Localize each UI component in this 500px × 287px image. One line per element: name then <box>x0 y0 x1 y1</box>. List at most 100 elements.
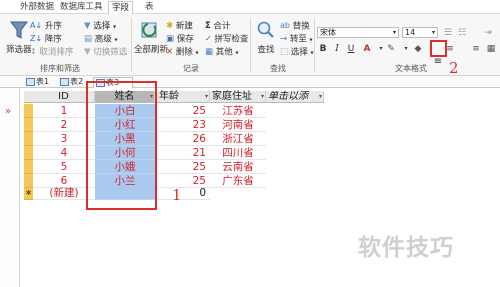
refresh-all-button[interactable]: 全部刷新 <box>134 20 168 55</box>
totals-label: 合计 <box>213 21 231 32</box>
replace-icon: ab <box>280 21 290 30</box>
chevron-down-icon[interactable]: ▾ <box>319 91 322 103</box>
records-group-title: 记录 <box>183 64 199 73</box>
center-align-highlight-box <box>430 40 447 57</box>
new-record-icon: ✱ <box>166 21 174 31</box>
chevron-down-icon[interactable]: ▾ <box>400 43 412 55</box>
collapse-pane-icon[interactable]: » <box>5 106 11 117</box>
toggle-filter-button[interactable]: ▼ 切换筛选 <box>84 47 127 58</box>
chevron-down-icon: ▾ <box>235 49 239 57</box>
filter-button[interactable]: 筛选器 <box>6 20 32 55</box>
find-button[interactable]: 查找 <box>256 20 276 55</box>
selection-button[interactable]: ▼ 选择 ▾ <box>84 21 116 33</box>
spelling-button[interactable]: ✓ 拼写检查 <box>205 34 248 45</box>
sort-asc-label: 升序 <box>44 21 62 32</box>
tab-database-tools[interactable]: 数据库工具 <box>60 1 103 14</box>
cell-age[interactable]: 25 <box>155 104 210 118</box>
save-record-button[interactable]: ▣ 保存 <box>166 34 194 45</box>
replace-button[interactable]: ab 替换 <box>280 21 310 32</box>
find-label: 查找 <box>257 45 275 55</box>
more-button[interactable]: ▦ 其他 ▾ <box>205 47 238 59</box>
tab-table[interactable]: 表 <box>145 1 154 14</box>
cell-address[interactable]: 江苏省 <box>210 104 266 118</box>
sort-filter-group-title: 排序和筛选 <box>40 64 80 73</box>
cell-address[interactable]: 云南省 <box>210 160 266 174</box>
doc-tab-table1[interactable]: 表1 <box>24 77 49 88</box>
cell-address[interactable]: 四川省 <box>210 146 266 160</box>
delete-record-button[interactable]: ✕ 删除 ▾ <box>166 47 199 59</box>
goto-icon: → <box>280 34 288 44</box>
italic-button[interactable]: I <box>331 43 343 55</box>
chevron-down-icon[interactable]: ▾ <box>205 91 208 103</box>
cell-age[interactable]: 26 <box>155 132 210 146</box>
bullets-icon[interactable]: ☰ <box>442 27 454 39</box>
ribbon-tab-strip: 外部数据 数据库工具 字段 表 <box>0 0 500 14</box>
name-column-highlight-box <box>86 81 157 210</box>
record-selector[interactable] <box>24 174 33 188</box>
font-name-value: 宋体 <box>320 28 336 37</box>
refresh-icon <box>141 22 157 38</box>
sort-descending-button[interactable]: Z↓ 降序 <box>30 34 62 45</box>
bold-button[interactable]: B <box>317 43 329 55</box>
fill-color-icon[interactable]: ◆ <box>412 43 424 55</box>
new-record-button[interactable]: ✱ 新建 <box>166 21 193 32</box>
font-name-select[interactable]: 宋体 ▾ <box>317 27 399 38</box>
tab-external-data[interactable]: 外部数据 <box>20 1 54 14</box>
spellcheck-icon: ✓ <box>205 34 212 43</box>
sort-asc-icon: A↓ <box>30 21 43 30</box>
clear-sort-button[interactable]: ↕ 取消排序 <box>30 47 73 58</box>
record-selector[interactable] <box>24 146 33 160</box>
column-header-address[interactable]: 家庭住址 ▾ <box>210 91 266 103</box>
align-right-icon[interactable]: ≡ <box>470 43 482 55</box>
document-tab-strip: 表1 表2 表3 <box>0 76 500 88</box>
save-icon: ▣ <box>166 34 175 44</box>
cell-age[interactable]: 23 <box>155 118 210 132</box>
column-header-age[interactable]: 年龄 ▾ <box>155 91 210 103</box>
chevron-down-icon: ▾ <box>195 49 199 57</box>
goto-button[interactable]: → 转至 ▾ <box>280 34 313 46</box>
font-size-select[interactable]: 14 ▾ <box>402 27 438 38</box>
cell-address[interactable]: 广东省 <box>210 174 266 188</box>
sort-ascending-button[interactable]: A↓ 升序 <box>30 21 62 32</box>
sort-desc-label: 降序 <box>44 34 62 45</box>
align-center-button[interactable]: ≡ <box>432 56 444 68</box>
doc-tab-table2[interactable]: 表2 <box>58 77 83 88</box>
record-selector[interactable] <box>24 132 33 146</box>
totals-button[interactable]: Σ 合计 <box>205 21 231 32</box>
record-selector[interactable] <box>24 104 33 118</box>
sigma-icon: Σ <box>205 21 211 31</box>
sort-desc-icon: Z↓ <box>30 34 43 43</box>
numbering-icon[interactable]: ☷ <box>456 27 468 39</box>
indent-icon[interactable]: ⇥ <box>482 27 494 39</box>
tab-fields[interactable]: 字段 <box>108 1 134 14</box>
advanced-button[interactable]: ▤ 高级 ▾ <box>84 34 117 46</box>
new-record-selector[interactable]: ✱ <box>24 188 33 200</box>
gridlines-icon[interactable]: ▦ <box>485 43 497 55</box>
clear-sort-label: 取消排序 <box>39 47 74 58</box>
select-all-corner[interactable] <box>24 91 33 103</box>
column-header-label: ID <box>58 91 69 102</box>
cell-age[interactable]: 25 <box>155 160 210 174</box>
chevron-down-icon: ▾ <box>112 23 116 31</box>
record-selector[interactable] <box>24 160 33 174</box>
table-icon <box>60 78 69 86</box>
column-header-label: 家庭住址 <box>212 91 252 102</box>
highlight-icon[interactable]: ✎ <box>385 43 397 55</box>
chevron-down-icon: ▾ <box>431 29 435 36</box>
navigation-pane[interactable]: » <box>0 88 20 287</box>
clear-sort-icon: ↕ <box>30 47 37 56</box>
column-header-click-to-add[interactable]: 单击以添 ▾ <box>266 91 324 103</box>
cell-address[interactable]: 浙江省 <box>210 132 266 146</box>
underline-button[interactable]: U <box>345 43 357 55</box>
select-button[interactable]: ⬚ 选择 ▾ <box>280 47 313 59</box>
chevron-down-icon[interactable]: ▾ <box>261 91 264 103</box>
selection-label: 选择 <box>93 21 111 32</box>
cell-age-new[interactable]: 0 <box>155 186 210 200</box>
more-label: 其他 <box>215 47 233 58</box>
font-color-icon[interactable]: A <box>361 43 373 55</box>
cell-age[interactable]: 21 <box>155 146 210 160</box>
group-divider <box>131 18 132 72</box>
cell-address[interactable]: 河南省 <box>210 118 266 132</box>
annotation-number-1: 1 <box>172 186 182 204</box>
record-selector[interactable] <box>24 118 33 132</box>
